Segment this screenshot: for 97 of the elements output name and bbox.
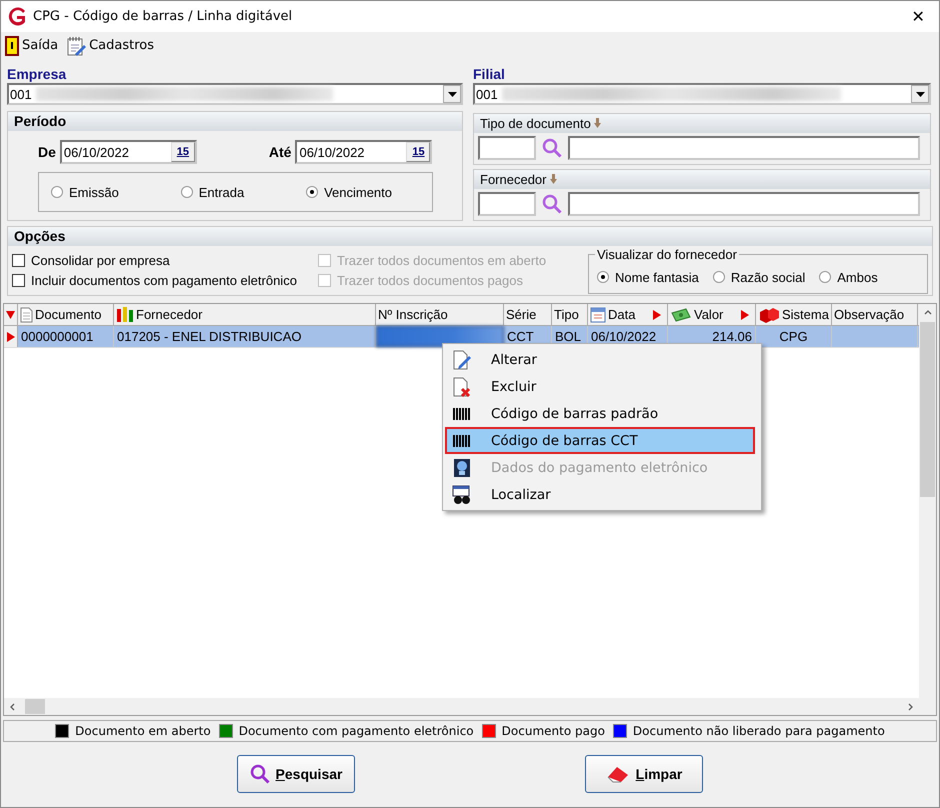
row-pointer-icon xyxy=(740,310,749,320)
menu-item: Dados do pagamento eletrônico xyxy=(445,454,759,481)
search-icon xyxy=(542,138,562,158)
pencil-document-icon xyxy=(453,350,471,370)
delete-document-icon xyxy=(453,376,471,396)
menu-item[interactable]: Localizar xyxy=(445,481,759,508)
column-header[interactable]: Tipo xyxy=(552,304,588,325)
search-icon xyxy=(250,764,270,784)
barcode-icon xyxy=(453,434,471,446)
sort-arrow-icon xyxy=(6,310,15,320)
field-label: Filial xyxy=(473,66,506,83)
calendar-button[interactable]: 15 xyxy=(170,142,195,162)
column-header[interactable]: Documento xyxy=(18,304,114,325)
scroll-left-icon[interactable] xyxy=(8,702,16,710)
radio-button[interactable] xyxy=(597,271,609,283)
checkbox[interactable] xyxy=(12,254,25,267)
cubes-icon xyxy=(758,306,780,322)
scroll-up-icon[interactable] xyxy=(924,308,932,316)
scroll-thumb[interactable] xyxy=(25,699,45,714)
radio-button[interactable] xyxy=(712,271,725,283)
company-dropdown[interactable]: 001 xyxy=(7,83,463,105)
calendar-icon xyxy=(590,306,606,322)
horizontal-scrollbar[interactable] xyxy=(4,698,936,715)
scroll-thumb[interactable] xyxy=(920,322,935,497)
radio-button[interactable] xyxy=(819,271,832,283)
menu-item[interactable]: Código de barras padrão xyxy=(445,400,759,427)
name-field[interactable] xyxy=(568,192,920,216)
toolbar-button[interactable]: Saída xyxy=(5,36,58,56)
legend-label: Documento não liberado para pagamento xyxy=(632,724,885,738)
radio-button[interactable] xyxy=(180,186,193,198)
radio-option[interactable]: Vencimento xyxy=(306,184,392,200)
notepad-icon xyxy=(66,36,86,56)
code-field[interactable] xyxy=(478,192,536,216)
checkbox-option[interactable]: Consolidar por empresa xyxy=(12,253,318,268)
code-field[interactable] xyxy=(478,136,536,160)
clear-button[interactable]: Limpar xyxy=(585,755,703,793)
table-cell: 0000000001 xyxy=(18,326,114,347)
column-header[interactable]: Observação xyxy=(832,304,918,325)
legend-label: Documento pago xyxy=(502,724,605,738)
table-row[interactable]: 0000000001 017205 - ENEL DISTRIBUICAO CCT BOL 06/10/2022 214.06 CPG xyxy=(4,326,919,348)
radio-option[interactable]: Entrada xyxy=(180,184,244,200)
group-title: Tipo de documento xyxy=(474,114,930,133)
app-logo-icon xyxy=(7,6,27,26)
money-icon xyxy=(670,308,692,322)
column-header[interactable]: Nº Inscrição xyxy=(376,304,504,325)
field-label: De xyxy=(38,144,56,160)
toolbar-button[interactable]: Cadastros xyxy=(66,36,154,56)
checkbox[interactable] xyxy=(12,274,25,287)
date-field[interactable]: 06/10/2022 15 xyxy=(295,140,432,164)
group-title: Fornecedor xyxy=(474,170,930,189)
vertical-scrollbar[interactable] xyxy=(919,304,936,698)
search-icon xyxy=(542,194,562,214)
window-title: CPG - Código de barras / Linha digitável xyxy=(33,9,294,24)
radio-option[interactable]: Emissão xyxy=(51,184,119,200)
document-icon xyxy=(20,306,33,322)
legend-label: Documento em aberto xyxy=(75,724,211,738)
radio-button[interactable] xyxy=(306,186,318,198)
column-header[interactable]: Sistema xyxy=(756,304,832,325)
legend-label: Documento com pagamento eletrônico xyxy=(238,724,474,738)
field-label: Até xyxy=(268,144,292,160)
column-header[interactable]: Data xyxy=(588,304,668,325)
name-field[interactable] xyxy=(568,136,920,160)
radio-option[interactable]: Razão social xyxy=(712,270,806,284)
dropdown-button[interactable] xyxy=(911,85,929,103)
row-pointer-icon xyxy=(6,332,15,342)
frame-title: Visualizar do fornecedor xyxy=(595,247,739,262)
caret-icon xyxy=(916,92,924,96)
radio-option[interactable]: Nome fantasia xyxy=(597,270,699,284)
menu-item[interactable]: Código de barras CCT xyxy=(445,427,755,454)
down-arrow-icon xyxy=(594,118,602,128)
field-label: Empresa xyxy=(7,66,68,83)
bar-chart-icon xyxy=(116,306,134,322)
menu-item[interactable]: Alterar xyxy=(445,346,759,373)
column-header[interactable]: Série xyxy=(504,304,552,325)
barcode-icon xyxy=(453,408,471,420)
door-icon xyxy=(5,36,19,56)
eraser-icon xyxy=(606,765,630,783)
search-button[interactable]: Pesquisar xyxy=(237,755,355,793)
menu-item[interactable]: Excluir xyxy=(445,373,759,400)
branch-dropdown[interactable]: 001 xyxy=(473,83,931,105)
caret-icon xyxy=(448,92,456,96)
column-header[interactable]: Valor xyxy=(668,304,756,325)
scroll-right-icon[interactable] xyxy=(907,702,915,710)
binoculars-icon xyxy=(452,484,472,504)
column-header[interactable]: Fornecedor xyxy=(114,304,376,325)
radio-button[interactable] xyxy=(51,186,63,198)
radio-option[interactable]: Ambos xyxy=(819,270,878,284)
group-title: Período xyxy=(8,112,462,131)
dropdown-button[interactable] xyxy=(443,85,461,103)
calendar-button[interactable]: 15 xyxy=(406,142,430,162)
date-field[interactable]: 06/10/2022 15 xyxy=(60,140,197,164)
row-pointer-icon xyxy=(652,310,661,320)
monitor-icon xyxy=(453,458,471,478)
down-arrow-icon xyxy=(550,174,558,184)
close-button[interactable]: ✕ xyxy=(903,4,933,28)
group-title: Opções xyxy=(8,227,932,246)
checkbox-option[interactable]: Incluir documentos com pagamento eletrônico xyxy=(12,273,318,288)
